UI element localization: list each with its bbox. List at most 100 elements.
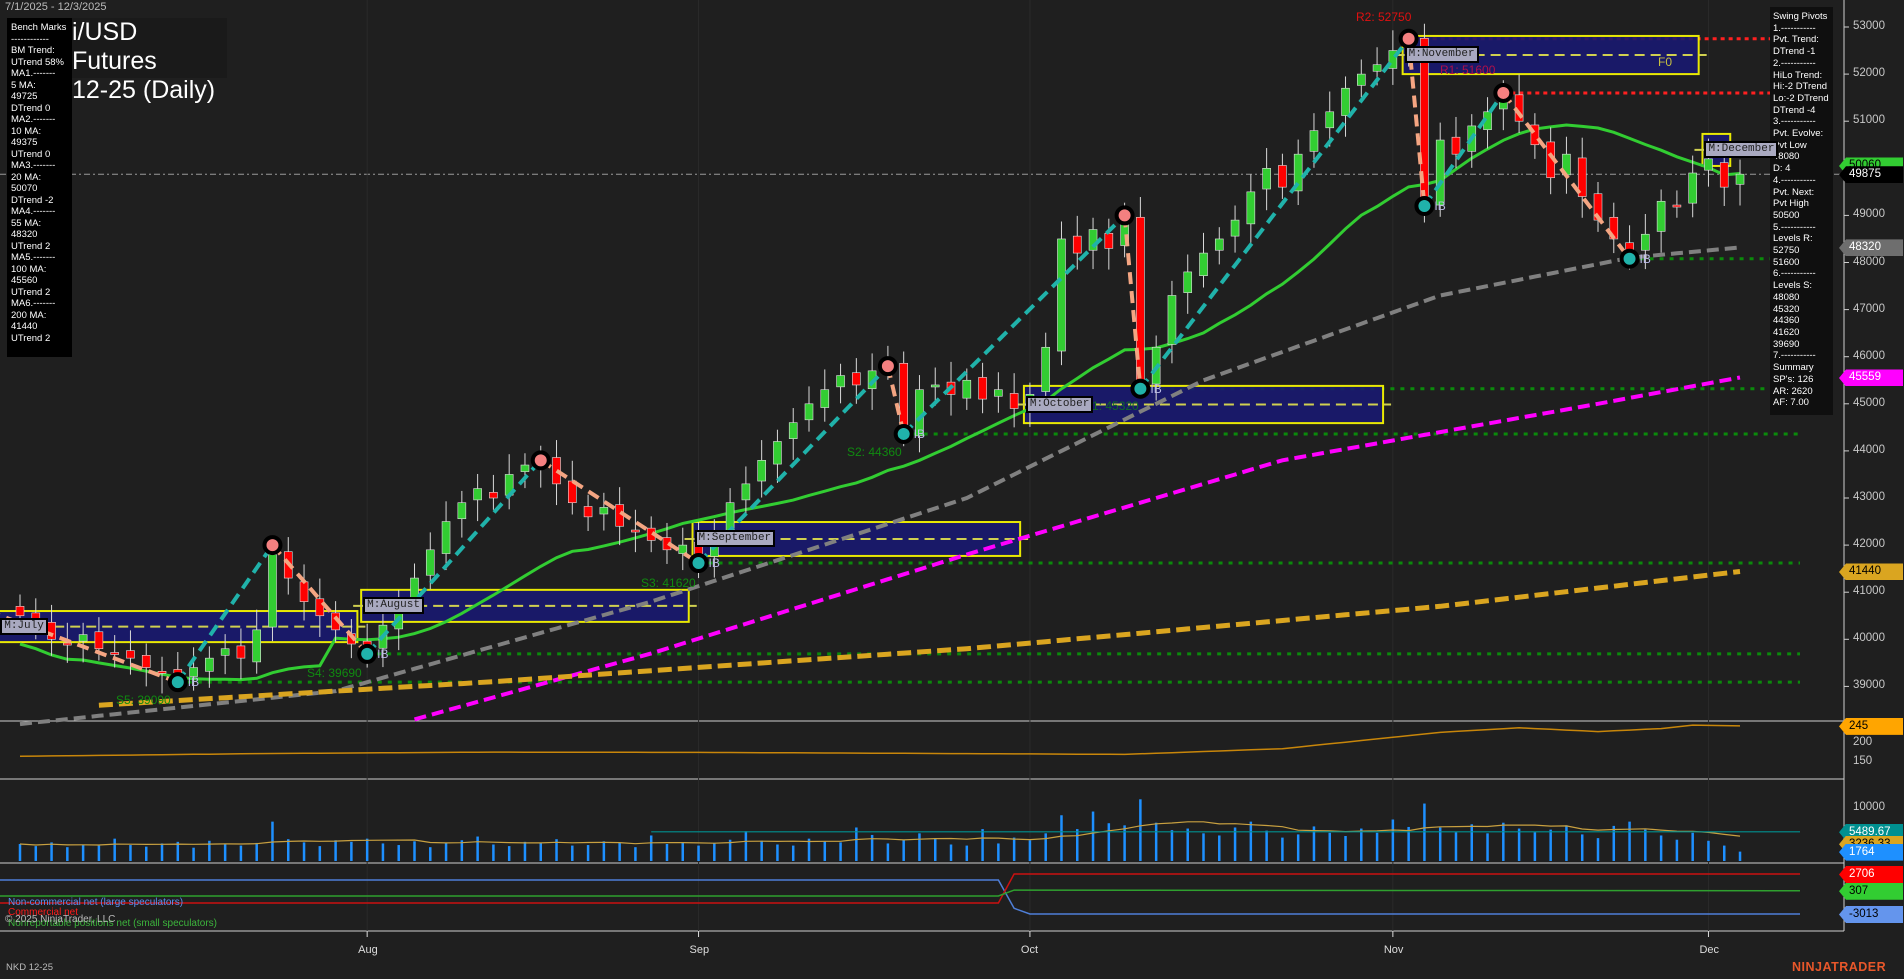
copyright: © 2025 NinjaTrader, LLC [5,914,116,925]
candle-body [1183,271,1193,293]
swing-pivot-line: HiLo Trend: [1773,69,1823,81]
bench-mark-line: 50070 [11,183,38,194]
r1-label: R1: 51600 [1440,63,1496,77]
r2-label: R2: 52750 [1356,10,1412,24]
candle-body [820,389,830,408]
candle-body [141,655,151,668]
candle-body [1167,295,1177,345]
bench-mark-line: MA2.------- [11,114,56,125]
candle-body [631,529,640,533]
candle-body [994,389,1003,397]
volume-ma-line [19,821,1741,846]
cot-commercial-line [0,873,1800,904]
bench-mark-line: MA4.------- [11,206,56,217]
price-tick-label: 51000 [1853,114,1885,127]
price-tag: 41440 [1839,563,1903,581]
candle-body [1199,252,1208,276]
swing-pivot-line: 41620 [1773,326,1800,338]
zone-label: M:September [694,529,776,547]
candle-body [1057,238,1066,352]
candle-body [741,483,751,501]
candle-body [220,648,230,656]
swing-high-marker [1114,205,1135,226]
swing-pivot-line: 2.----------- [1773,57,1816,69]
bench-mark-line: UTrend 2 [11,240,51,252]
candle-body [757,460,766,482]
ninjatrader-logo: NINJATRADER [1792,960,1887,974]
candle-body [425,549,435,576]
bench-mark-line: 41440 [11,321,38,332]
pivot-levels [177,37,1800,684]
s3-label: S3: 41620 [641,576,696,590]
candle-body [236,645,246,659]
swing-high-marker [1493,82,1514,103]
time-label: Oct [1020,944,1039,956]
swing-pivot-line: Swing Pivots [1773,11,1828,22]
price-tick-label: 42000 [1853,538,1885,551]
candle-body [788,422,798,439]
price-tick-label: 47000 [1853,302,1885,315]
price-tick-label: 52000 [1853,67,1885,80]
price-chart[interactable] [0,0,1904,979]
swing-pivot-line: 48080 [1773,151,1800,163]
candle-body [852,372,861,386]
swing-pivot-line: Pvt. Trend: [1773,34,1819,46]
candle-body [1704,158,1713,171]
lower-panels [0,724,1801,915]
price-tick-label: 46000 [1853,349,1885,362]
swing-pivot-line: 44360 [1773,315,1800,327]
ib-label: IB [377,646,389,661]
cot-tag: -3013 [1839,906,1903,924]
candle-body [1214,238,1224,251]
ib-label: IB [1434,198,1446,213]
instrument-label: NKD 12-25 [6,962,53,973]
bench-mark-line: MA3.------- [11,160,56,171]
chart-title: i/USD Futures 12-25 (Daily) [70,18,227,104]
bench-mark-line: 48320 [11,229,38,240]
bench-mark-line: 100 MA: [11,263,47,275]
swing-pivot-line: DTrend -1 [1773,46,1816,58]
cot-noncommercial-line [0,879,1800,915]
time-label: Sep [689,944,710,956]
swing-pivot-line: AR: 2620 [1773,385,1813,397]
candle-body [962,379,972,399]
swing-pivot-line: 6.----------- [1773,268,1816,280]
bench-mark-line: MA1.------- [11,68,56,79]
price-tag: 48320 [1839,239,1903,257]
price-tag: 45559 [1839,369,1903,387]
swing-pivot-line: Levels S: [1773,280,1813,292]
swing-pivot-line: D: 4 [1773,163,1791,175]
candle-body [1009,393,1019,409]
ib-label: IB [1639,251,1651,266]
swing-pivot-line: 4.----------- [1773,174,1816,186]
panel-borders [0,0,1849,937]
candle-body [773,441,782,465]
candle-body [836,375,845,388]
ma-100-line [413,375,1741,722]
zone-label: M:October [1025,395,1094,413]
price-tick-label: 41000 [1853,585,1885,598]
indicator-tick-label: 200 [1853,736,1873,748]
price-tick-label: 39000 [1853,679,1885,692]
price-tag: 49875 [1839,166,1903,184]
candle-body [78,634,88,642]
swing-pivot-line: 45320 [1773,303,1800,315]
swing-pivot-line: Hi:-2 DTrend [1773,81,1828,93]
swing-pivot-line: 48080 [1773,291,1800,303]
swing-high-marker [877,356,898,377]
candle-body [315,598,325,617]
swing-low-marker [357,643,378,664]
price-tick-label: 44000 [1853,443,1885,456]
ma-20-line [19,123,1741,682]
price-tick-label: 43000 [1853,491,1885,503]
indicator-line [19,724,1741,758]
candle-body [441,521,451,554]
candle-body [15,606,25,617]
volume-tag: 1764 [1839,843,1903,861]
bench-mark-line: 10 MA: [11,125,42,137]
swing-pivots-panel: Swing Pivots 1.----------- Pvt. Trend: DTre… [1770,7,1833,415]
cot-nonreportable-line [0,889,1801,897]
candle-body [1357,73,1366,86]
bench-mark-line: UTrend 0 [11,148,51,160]
candle-body [94,631,104,650]
